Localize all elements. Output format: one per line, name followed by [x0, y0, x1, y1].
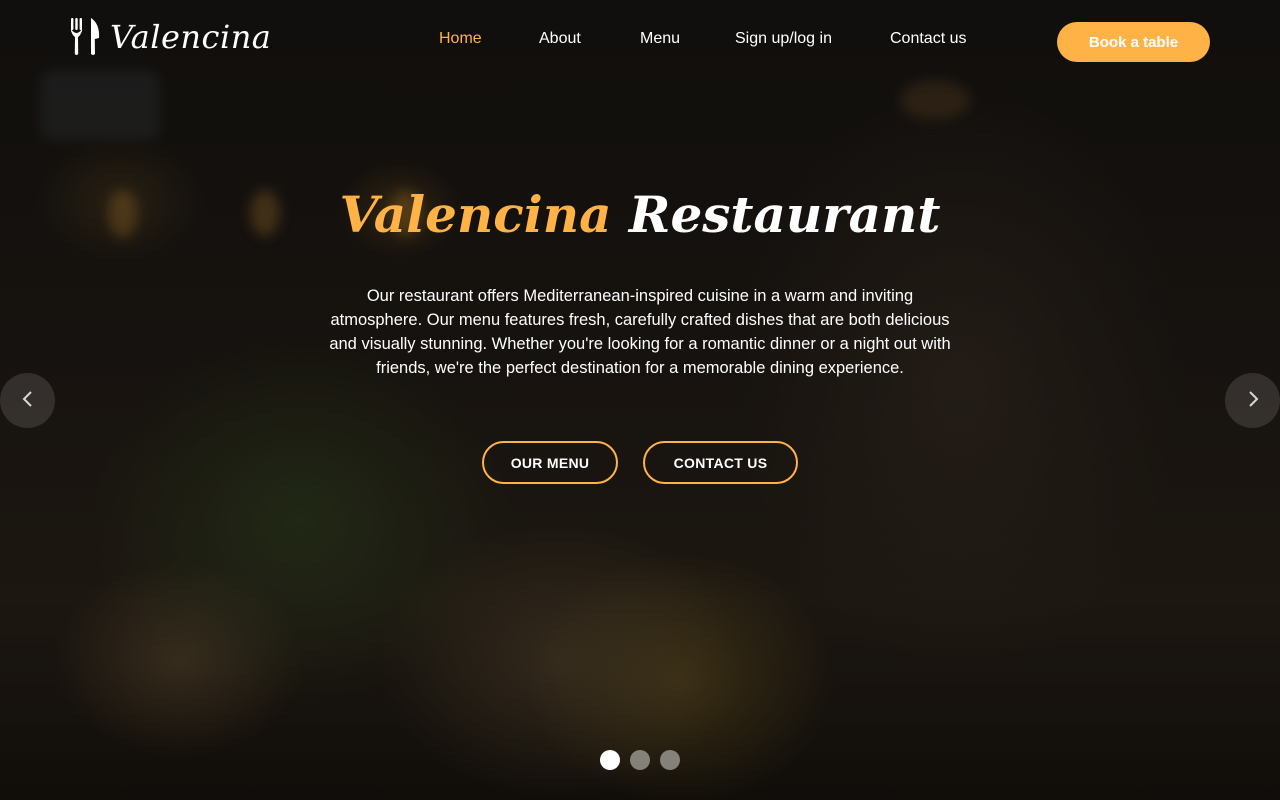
book-table-button[interactable]: Book a table: [1057, 22, 1210, 62]
hero-description: Our restaurant offers Mediterranean-insp…: [329, 287, 951, 377]
chevron-right-icon: [1244, 390, 1262, 411]
hero-title: Valencina Restaurant: [0, 180, 1280, 250]
brand-logo-link[interactable]: Valencina: [70, 18, 271, 56]
carousel-indicators: [600, 750, 680, 770]
our-menu-button[interactable]: OUR MENU: [482, 441, 618, 484]
fork-knife-icon: [70, 18, 102, 56]
nav-item-home[interactable]: Home: [439, 30, 482, 48]
hero-background-overlay: [0, 0, 1280, 800]
navbar: Valencina Home About Menu Sign up/log in…: [0, 0, 1280, 84]
nav-item-menu[interactable]: Menu: [640, 30, 680, 48]
nav-item-signup-login[interactable]: Sign up/log in: [735, 30, 832, 48]
hero-title-accent: Valencina: [339, 185, 612, 244]
hero-title-main: Restaurant: [628, 185, 941, 244]
brand-name: Valencina: [110, 18, 272, 56]
hero-section: Valencina Home About Menu Sign up/log in…: [0, 0, 1280, 800]
carousel-dot-1[interactable]: [600, 750, 620, 770]
nav-item-about[interactable]: About: [539, 30, 581, 48]
chevron-left-icon: [19, 390, 37, 411]
carousel-dot-2[interactable]: [630, 750, 650, 770]
nav-item-contact[interactable]: Contact us: [890, 30, 966, 48]
carousel-next-button[interactable]: [1225, 373, 1280, 428]
contact-us-button[interactable]: CONTACT US: [643, 441, 798, 484]
carousel-prev-button[interactable]: [0, 373, 55, 428]
carousel-dot-3[interactable]: [660, 750, 680, 770]
